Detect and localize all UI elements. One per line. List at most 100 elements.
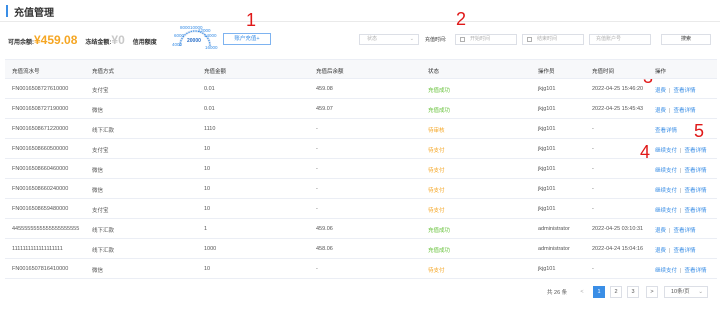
table-row: FN0016508660460000 微信 10 - 待支付 jkjg101 - 继续支付 | 查… — [5, 159, 717, 179]
cell-operator: jkjg101 — [538, 266, 556, 272]
action-separator: | — [680, 268, 682, 274]
start-date-input[interactable]: 开始时间 — [455, 34, 517, 45]
column-header-status: 状态 — [428, 69, 440, 75]
cell-operator: jkjg101 — [538, 206, 556, 212]
balance-summary: 可用余额: ¥459.08 冻结金额: ¥0 信用额度 — [8, 33, 157, 49]
cell-method: 线下汇款 — [92, 228, 115, 234]
view-details-link[interactable]: 查看详情 — [684, 188, 706, 194]
cell-serial: FN0016508727610000 — [12, 86, 69, 92]
cell-operator: jkjg101 — [538, 146, 556, 152]
view-details-link[interactable]: 查看详情 — [684, 168, 706, 174]
view-details-link[interactable]: 查看详情 — [684, 268, 706, 274]
cell-method: 微信 — [92, 268, 104, 274]
action-separator: | — [680, 168, 682, 174]
cell-status: 充值成功 — [428, 248, 451, 254]
continue-payment-link[interactable]: 继续支付 — [655, 208, 677, 214]
cell-time: - — [592, 186, 594, 192]
cell-amount: 10 — [204, 266, 211, 272]
cell-balance-after: - — [316, 266, 318, 272]
column-header-operator: 操作员 — [538, 69, 555, 75]
account-recharge-button[interactable]: 账户充值+ — [223, 33, 271, 45]
cell-method: 微信 — [92, 188, 104, 194]
cell-status: 待支付 — [428, 188, 445, 194]
continue-payment-link[interactable]: 继续支付 — [655, 148, 677, 154]
prev-page-button[interactable]: < — [576, 286, 588, 298]
cell-operator: jkjg101 — [538, 166, 556, 172]
available-balance-value: ¥459.08 — [34, 33, 78, 47]
view-details-link[interactable]: 查看详情 — [673, 108, 695, 114]
calendar-icon — [460, 37, 465, 42]
gauge-label: 4000 — [172, 42, 183, 47]
cell-operator: jkjg101 — [538, 106, 556, 112]
view-details-link[interactable]: 查看详情 — [673, 248, 695, 254]
view-details-link[interactable]: 查看详情 — [684, 148, 706, 154]
cell-amount: 10 — [204, 166, 211, 172]
refund-link[interactable]: 退费 — [655, 88, 666, 94]
gauge-label: 16000 — [205, 45, 218, 50]
cell-actions: 继续支付 | 查看详情 — [655, 166, 706, 174]
cell-balance-after: 459.06 — [316, 226, 333, 232]
page-size-select[interactable]: 10条/页 ⌄ — [664, 286, 708, 298]
action-separator: | — [680, 208, 682, 214]
cell-status: 待支付 — [428, 148, 445, 154]
cell-method: 线下汇款 — [92, 248, 115, 254]
cell-balance-after: 459.07 — [316, 106, 333, 112]
cell-status: 充值成功 — [428, 228, 451, 234]
refund-link[interactable]: 退费 — [655, 228, 666, 234]
search-button[interactable]: 搜索 — [661, 34, 711, 45]
status-select-placeholder: 状态 — [367, 36, 378, 42]
recharge-table: 充值流水号 充值方式 充值金额 充值后余额 状态 操作员 充值时间 操作 FN0… — [5, 59, 717, 279]
action-separator: | — [669, 88, 671, 94]
cell-status: 充值成功 — [428, 88, 451, 94]
cell-status: 充值成功 — [428, 108, 451, 114]
cell-serial: FN0016508671220000 — [12, 126, 69, 132]
cell-balance-after: - — [316, 146, 318, 152]
page-button-2[interactable]: 2 — [610, 286, 622, 298]
page-size-value: 10条/页 — [671, 289, 690, 295]
action-separator: | — [669, 108, 671, 114]
continue-payment-link[interactable]: 继续支付 — [655, 168, 677, 174]
cell-balance-after: - — [316, 166, 318, 172]
next-page-button[interactable]: > — [646, 286, 658, 298]
table-row: FN0016508660240000 微信 10 - 待支付 jkjg101 - 继续支付 | 查… — [5, 179, 717, 199]
column-header-serial: 充值流水号 — [12, 69, 40, 75]
cell-balance-after: - — [316, 186, 318, 192]
cell-actions: 退费 | 查看详情 — [655, 246, 695, 254]
continue-payment-link[interactable]: 继续支付 — [655, 188, 677, 194]
status-select[interactable]: 状态 ⌄ — [359, 34, 419, 45]
cell-amount: 10 — [204, 146, 211, 152]
chevron-down-icon: ⌄ — [698, 289, 703, 295]
table-row: FN0016508727190000 微信 0.01 459.07 充值成功 jkjg10… — [5, 99, 717, 119]
cell-serial: FN0016508660460000 — [12, 166, 69, 172]
view-details-link[interactable]: 查看详情 — [655, 128, 677, 134]
end-date-input[interactable]: 结束时间 — [522, 34, 584, 45]
credit-gauge: 4000 6000 8000 10000 12000 14000 16000 2… — [172, 22, 218, 52]
page-button-1[interactable]: 1 — [593, 286, 605, 298]
account-number-input[interactable]: 充值账户号 — [589, 34, 651, 45]
cell-actions: 退费 | 查看详情 — [655, 86, 695, 94]
cell-method: 支付宝 — [92, 208, 109, 214]
cell-balance-after: 459.08 — [316, 86, 333, 92]
cell-operator: administrator — [538, 226, 570, 232]
view-details-link[interactable]: 查看详情 — [684, 208, 706, 214]
cell-actions: 继续支付 | 查看详情 — [655, 266, 706, 274]
view-details-link[interactable]: 查看详情 — [673, 88, 695, 94]
cell-amount: 0.01 — [204, 86, 215, 92]
cell-actions: 继续支付 | 查看详情 — [655, 186, 706, 194]
cell-status: 待审核 — [428, 128, 445, 134]
cell-method: 微信 — [92, 168, 104, 174]
gauge-value: 20000 — [187, 38, 201, 44]
page-button-3[interactable]: 3 — [627, 286, 639, 298]
cell-operator: jkjg101 — [538, 126, 556, 132]
cell-method: 支付宝 — [92, 88, 109, 94]
cell-serial: FN0016507816410000 — [12, 266, 69, 272]
cell-time: 2022-04-25 15:45:43 — [592, 106, 644, 112]
refund-link[interactable]: 退费 — [655, 248, 666, 254]
end-date-placeholder: 结束时间 — [537, 36, 558, 42]
cell-amount: 10 — [204, 186, 211, 192]
cell-operator: jkjg101 — [538, 186, 556, 192]
refund-link[interactable]: 退费 — [655, 108, 666, 114]
cell-actions: 查看详情 — [655, 126, 677, 134]
continue-payment-link[interactable]: 继续支付 — [655, 268, 677, 274]
view-details-link[interactable]: 查看详情 — [673, 228, 695, 234]
